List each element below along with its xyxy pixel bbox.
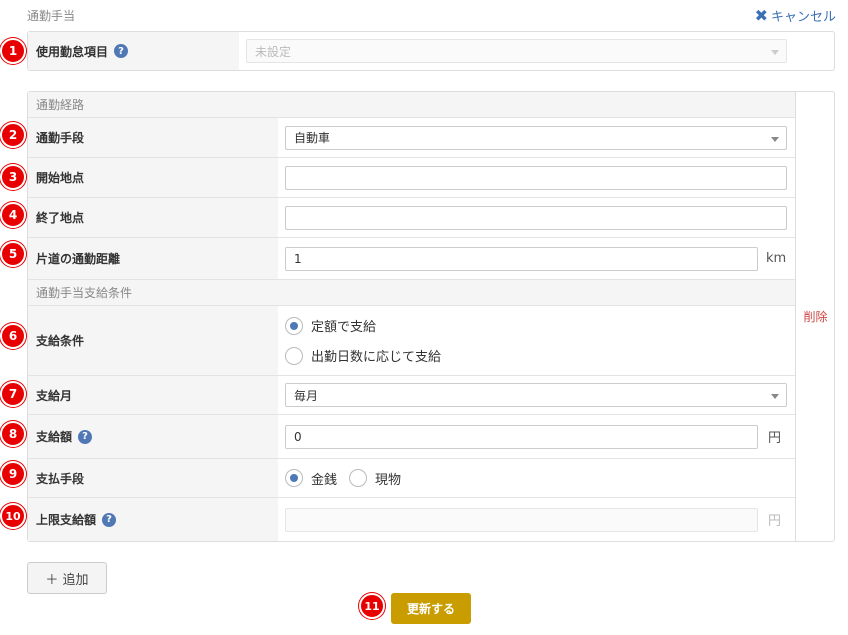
route-header: 通勤経路 [28, 92, 795, 118]
cancel-link[interactable]: ✖ キャンセル [755, 6, 836, 25]
max-amount-row: 上限支給額 ? 円 [28, 498, 795, 541]
pay-amount-label: 支給額 [36, 430, 73, 444]
radio-unchecked-icon[interactable] [285, 346, 303, 365]
radio-in-kind[interactable]: 現物 [349, 469, 401, 488]
pay-month-value: 毎月 [294, 388, 319, 403]
max-amount-label-cell: 上限支給額 ? [28, 498, 278, 541]
distance-unit: km [766, 251, 787, 266]
annotation-badge-7: 7 [0, 381, 26, 407]
annotation-badge-6: 6 [0, 323, 26, 349]
attendance-item-label-cell: 使用勤怠項目 ? [28, 32, 239, 70]
chevron-down-icon [771, 50, 779, 55]
attendance-item-row: 使用勤怠項目 ? 未設定 [28, 32, 795, 70]
pay-condition-row: 支給条件 定額で支給 出勤日数に応じて支給 [28, 306, 795, 376]
distance-row: 片道の通勤距離 1 km [28, 238, 795, 280]
condition-header: 通勤手当支給条件 [28, 280, 795, 306]
attendance-item-label: 使用勤怠項目 [36, 44, 109, 59]
pay-month-label: 支給月 [28, 376, 278, 414]
chevron-down-icon [771, 394, 779, 399]
start-point-input[interactable] [285, 165, 787, 190]
max-amount-unit: 円 [768, 514, 782, 529]
annotation-badge-3: 3 [0, 164, 26, 190]
start-point-row: 開始地点 [28, 158, 795, 198]
transport-label: 通勤手段 [28, 118, 278, 157]
close-icon: ✖ [754, 5, 768, 25]
end-point-label: 終了地点 [28, 198, 278, 237]
update-button[interactable]: 更新する [391, 593, 471, 624]
max-amount-label: 上限支給額 [36, 513, 97, 527]
pay-month-row: 支給月 毎月 [28, 376, 795, 415]
chevron-down-icon [771, 136, 779, 142]
attendance-item-box: 使用勤怠項目 ? 未設定 [27, 31, 835, 71]
annotation-badge-8: 8 [0, 421, 26, 447]
add-button[interactable]: ＋ 追加 [27, 562, 107, 594]
radio-fixed-amount-label: 定額で支給 [311, 320, 377, 335]
start-point-label: 開始地点 [28, 158, 278, 197]
pay-method-row: 支払手段 金銭 現物 [28, 459, 795, 498]
section-title: 通勤手当 [27, 9, 76, 23]
commute-route-box: 通勤経路 通勤手段 自動車 開始地点 終了地点 片道の通勤距離 1 km 通勤手… [27, 91, 835, 542]
annotation-badge-1: 1 [0, 38, 26, 64]
delete-link[interactable]: 削除 [795, 92, 835, 541]
annotation-badge-2: 2 [0, 122, 26, 148]
help-icon[interactable]: ? [102, 512, 117, 527]
distance-input[interactable]: 1 [285, 246, 758, 271]
radio-fixed-amount[interactable]: 定額で支給 [285, 316, 376, 335]
max-amount-input[interactable] [285, 507, 758, 532]
attendance-item-select[interactable]: 未設定 [246, 39, 787, 63]
pay-amount-unit: 円 [768, 431, 782, 446]
help-icon[interactable]: ? [114, 44, 129, 58]
attendance-item-field: 未設定 [239, 32, 795, 70]
end-point-row: 終了地点 [28, 198, 795, 238]
radio-cash-label: 金銭 [311, 472, 338, 488]
radio-in-kind-label: 現物 [375, 472, 402, 488]
radio-by-attendance[interactable]: 出勤日数に応じて支給 [285, 346, 441, 365]
radio-checked-icon[interactable] [285, 316, 303, 335]
pay-amount-row: 支給額 ? 0 円 [28, 415, 795, 459]
transport-value: 自動車 [294, 131, 331, 145]
radio-checked-icon[interactable] [285, 469, 303, 487]
pay-month-select[interactable]: 毎月 [285, 383, 787, 407]
pay-condition-label: 支給条件 [28, 306, 278, 375]
end-point-input[interactable] [285, 205, 787, 230]
transport-row: 通勤手段 自動車 [28, 118, 795, 158]
annotation-badge-5: 5 [0, 241, 26, 267]
cancel-label: キャンセル [770, 10, 836, 25]
help-icon[interactable]: ? [78, 429, 93, 444]
transport-select[interactable]: 自動車 [285, 125, 787, 150]
attendance-item-value: 未設定 [255, 44, 292, 59]
annotation-badge-11: 11 [359, 593, 385, 619]
annotation-badge-9: 9 [0, 461, 26, 487]
radio-cash[interactable]: 金銭 [285, 469, 337, 488]
pay-amount-label-cell: 支給額 ? [28, 415, 278, 458]
pay-amount-input[interactable]: 0 [285, 424, 758, 449]
annotation-badge-10: 10 [0, 503, 26, 529]
radio-unchecked-icon[interactable] [349, 469, 368, 487]
radio-by-attendance-label: 出勤日数に応じて支給 [311, 350, 442, 365]
pay-method-label: 支払手段 [28, 459, 278, 497]
annotation-badge-4: 4 [0, 202, 26, 228]
distance-label: 片道の通勤距離 [28, 238, 278, 279]
